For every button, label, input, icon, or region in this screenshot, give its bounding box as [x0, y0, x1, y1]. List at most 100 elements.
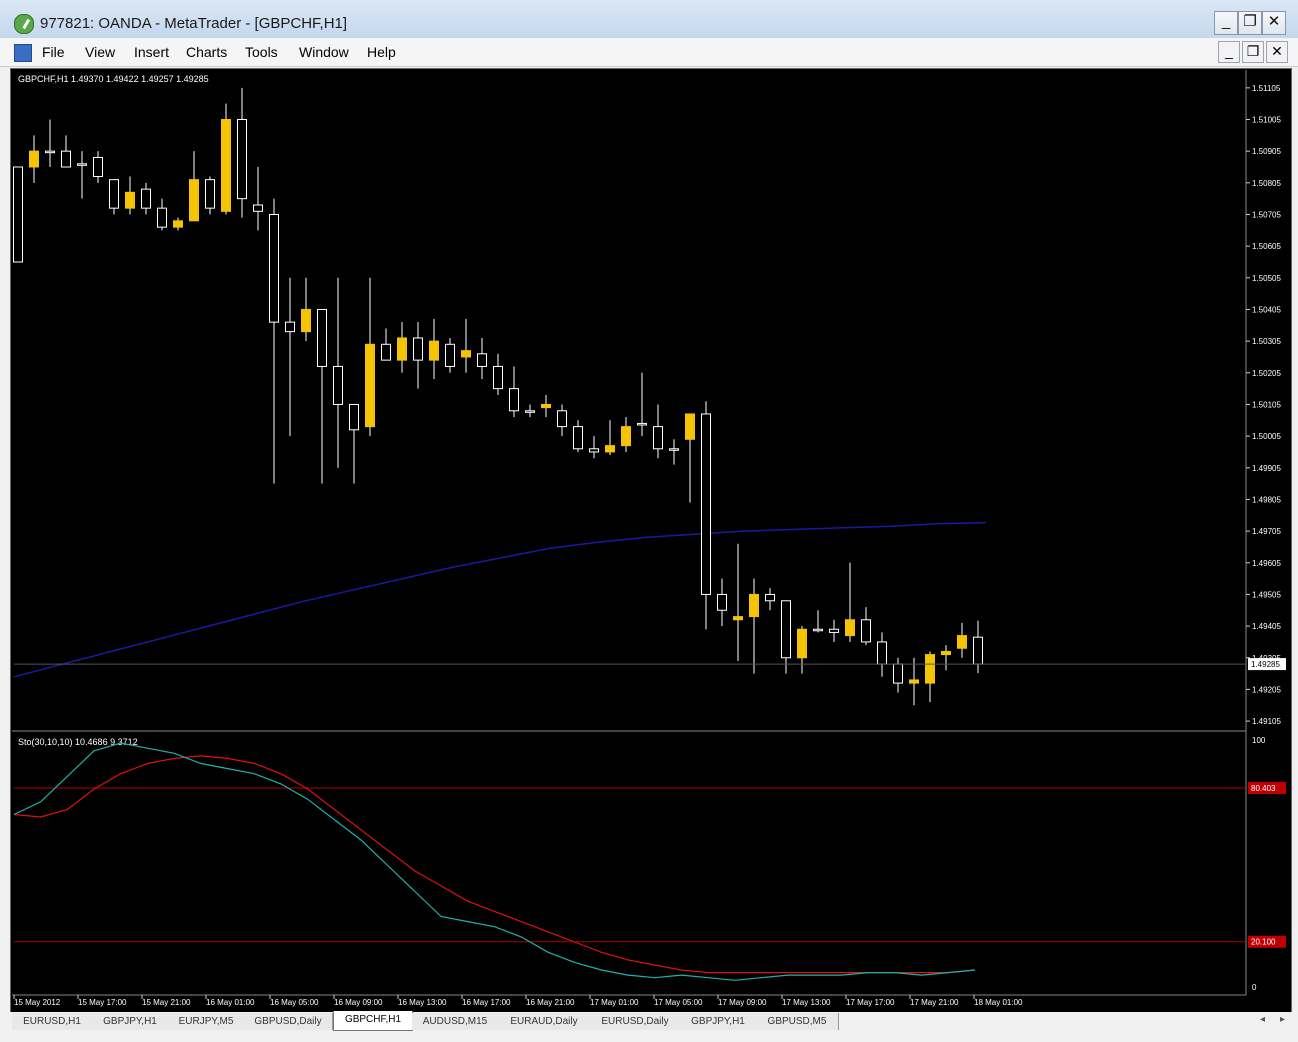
candle-body [205, 179, 215, 209]
tab-gbpchf-h1[interactable]: GBPCHF,H1 [333, 1011, 413, 1031]
candle-body [381, 343, 391, 361]
price-label: 1.50105 [1252, 400, 1281, 409]
level-low-label: 20.100 [1251, 938, 1276, 947]
stoch-scale-top: 100 [1252, 736, 1266, 745]
price-label: 1.49805 [1252, 495, 1281, 504]
candle-body [221, 118, 231, 212]
tab-gbpusd-m5[interactable]: GBPUSD,M5 [756, 1013, 839, 1030]
candle-body [525, 410, 535, 413]
candle-body [893, 663, 903, 684]
candle-body [317, 308, 327, 367]
price-label: 1.49205 [1252, 685, 1281, 694]
time-label: 17 May 01:00 [590, 998, 639, 1007]
candle-body [269, 213, 279, 323]
candle-body [557, 410, 567, 428]
candle-body [973, 636, 983, 665]
candle-body [589, 448, 599, 453]
candle-body [157, 207, 167, 228]
tab-gbpjpy-h1-2[interactable]: GBPJPY,H1 [680, 1013, 757, 1030]
candle-body [685, 413, 695, 440]
price-label: 1.50805 [1252, 179, 1281, 188]
tab-eurusd-daily[interactable]: EURUSD,Daily [590, 1013, 681, 1030]
time-label: 16 May 01:00 [206, 998, 255, 1007]
candle-body [13, 166, 23, 263]
candle-body [877, 641, 887, 665]
tabs-scroll-right-icon[interactable]: ▸ [1280, 1014, 1285, 1025]
price-label: 1.50705 [1252, 210, 1281, 219]
candle-body [733, 616, 743, 621]
candle-body [797, 628, 807, 659]
candle-body [61, 150, 71, 168]
current-price-label: 1.49285 [1251, 660, 1280, 669]
candle-body [93, 156, 103, 177]
tab-audusd-m15[interactable]: AUDUSD,M15 [412, 1013, 499, 1030]
price-label: 1.50505 [1252, 274, 1281, 283]
time-label: 15 May 17:00 [78, 998, 127, 1007]
stochastic-main-line [13, 742, 976, 981]
candle-body [541, 403, 551, 409]
price-label: 1.50605 [1252, 242, 1281, 251]
price-label: 1.50405 [1252, 305, 1281, 314]
candle-body [941, 650, 951, 656]
candle-body [397, 337, 407, 361]
candle-body [573, 426, 583, 450]
price-label: 1.49505 [1252, 590, 1281, 599]
candle-body [653, 426, 663, 450]
candle-body [413, 337, 423, 361]
time-label: 16 May 13:00 [398, 998, 447, 1007]
price-label: 1.50005 [1252, 432, 1281, 441]
candle-body [189, 179, 199, 222]
time-label: 18 May 01:00 [974, 998, 1023, 1007]
time-label: 16 May 21:00 [526, 998, 575, 1007]
price-chart[interactable]: 1.51105 1.51005 1.50905 1.50805 1.50705 1.506… [0, 0, 1298, 1012]
candle-body [125, 191, 135, 209]
candle-body [621, 426, 631, 447]
price-label: 1.50205 [1252, 369, 1281, 378]
tab-gbpjpy-h1[interactable]: GBPJPY,H1 [92, 1013, 169, 1030]
time-label: 17 May 21:00 [910, 998, 959, 1007]
level-high-label: 80.403 [1251, 784, 1276, 793]
candle-body [429, 340, 439, 361]
candle-body [45, 150, 55, 154]
price-label: 1.50305 [1252, 337, 1281, 346]
candle-body [845, 619, 855, 637]
candle-body [669, 448, 679, 451]
stochastic-label: Sto(30,10,10) 10.4686 9.3712 [18, 737, 138, 747]
candle-body [749, 593, 759, 618]
price-label: 1.51105 [1252, 84, 1281, 93]
time-label: 16 May 05:00 [270, 998, 319, 1007]
candle-body [925, 654, 935, 684]
candle-body [253, 204, 263, 212]
candle-body [29, 150, 39, 168]
candle-body [477, 353, 487, 367]
time-label: 16 May 09:00 [334, 998, 383, 1007]
candle-body [77, 163, 87, 166]
time-label: 17 May 13:00 [782, 998, 831, 1007]
candle-body [813, 628, 823, 632]
candle-body [109, 179, 119, 209]
price-label: 1.50905 [1252, 147, 1281, 156]
tab-gbpusd-daily[interactable]: GBPUSD,Daily [244, 1013, 333, 1030]
candle-body [637, 422, 647, 426]
time-label: 15 May 21:00 [142, 998, 191, 1007]
price-label: 1.49905 [1252, 464, 1281, 473]
candle-body [509, 388, 519, 412]
time-label: 17 May 05:00 [654, 998, 703, 1007]
candle-body [461, 350, 471, 358]
price-label: 1.49605 [1252, 559, 1281, 568]
tab-eurusd-h1[interactable]: EURUSD,H1 [12, 1013, 93, 1030]
price-label: 1.49105 [1252, 717, 1281, 726]
price-label: 1.49405 [1252, 622, 1281, 631]
tab-eurjpy-m5[interactable]: EURJPY,M5 [168, 1013, 245, 1030]
candle-body [173, 220, 183, 228]
candle-body [765, 593, 775, 602]
candle-body [829, 628, 839, 633]
candle-body [861, 619, 871, 643]
time-label: 17 May 17:00 [846, 998, 895, 1007]
tab-euraud-daily[interactable]: EURAUD,Daily [498, 1013, 591, 1030]
tabs-scroll-left-icon[interactable]: ◂ [1260, 1014, 1265, 1025]
price-label: 1.49705 [1252, 527, 1281, 536]
stoch-scale-bottom: 0 [1252, 983, 1257, 992]
candle-body [301, 308, 311, 333]
candle-body [701, 413, 711, 595]
